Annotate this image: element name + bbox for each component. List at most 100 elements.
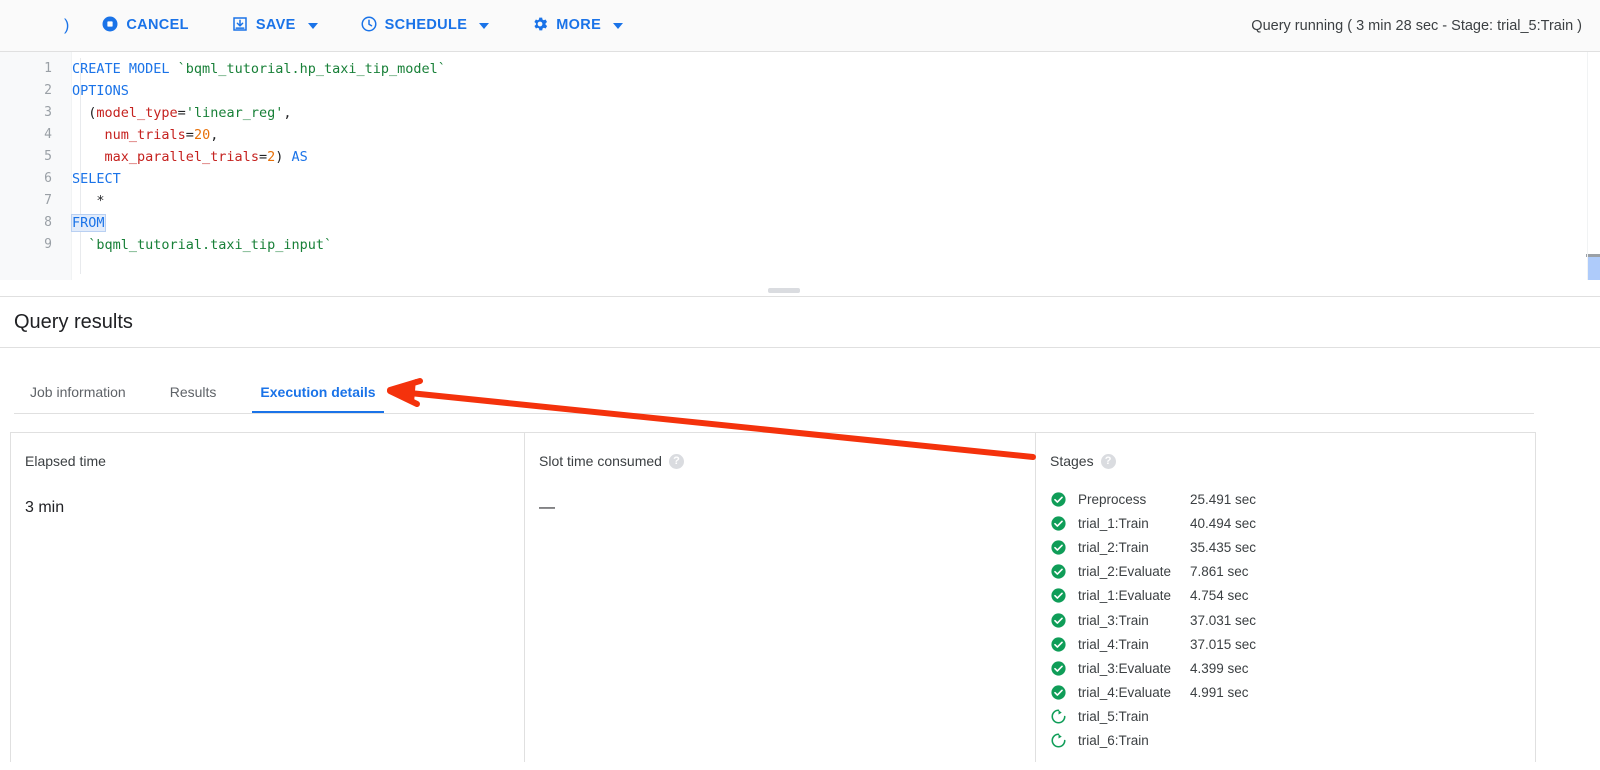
stage-name: trial_4:Evaluate bbox=[1078, 685, 1172, 701]
code-text: CREATE MODEL `bqml_tutorial.hp_taxi_tip_… bbox=[72, 61, 446, 77]
stages-label: Stages ? bbox=[1050, 453, 1535, 469]
tab-results[interactable]: Results bbox=[162, 384, 225, 414]
progress-icon bbox=[1050, 708, 1078, 725]
code-line: 9 `bqml_tutorial.taxi_tip_input` bbox=[0, 234, 1600, 256]
line-number: 3 bbox=[44, 105, 52, 120]
app-root: ) CANCEL SAVE SCHEDULE MORE Query runnin… bbox=[0, 0, 1600, 770]
chevron-down-icon[interactable] bbox=[479, 23, 490, 29]
cancel-button[interactable]: CANCEL bbox=[91, 9, 199, 43]
stage-row[interactable]: Preprocess 25.491 sec bbox=[1050, 487, 1535, 511]
line-number: 8 bbox=[44, 215, 52, 230]
save-icon bbox=[231, 15, 249, 37]
code-line: 8 FROM bbox=[0, 212, 1600, 234]
stage-name: trial_4:Train bbox=[1078, 636, 1149, 652]
schedule-button-label: SCHEDULE bbox=[384, 17, 468, 34]
stage-duration: 25.491 sec bbox=[1190, 491, 1257, 507]
save-button[interactable]: SAVE bbox=[221, 9, 328, 43]
code-text: SELECT bbox=[72, 171, 121, 187]
panel-resize-handle[interactable] bbox=[768, 288, 800, 293]
line-number: 1 bbox=[44, 61, 52, 76]
line-number: 5 bbox=[44, 149, 52, 164]
stage-row[interactable]: trial_5:Train bbox=[1050, 705, 1535, 729]
code-line: 7 * bbox=[0, 190, 1600, 212]
stage-row[interactable]: trial_4:Train 37.015 sec bbox=[1050, 632, 1535, 656]
code-text: num_trials=20, bbox=[104, 127, 219, 143]
check-circle-icon bbox=[1050, 684, 1078, 701]
code-line: 1 CREATE MODEL `bqml_tutorial.hp_taxi_ti… bbox=[0, 58, 1600, 80]
elapsed-time-label: Elapsed time bbox=[25, 453, 106, 469]
check-circle-icon bbox=[1050, 515, 1078, 532]
gear-icon bbox=[531, 15, 549, 37]
more-button[interactable]: MORE bbox=[521, 9, 633, 43]
chevron-down-icon[interactable] bbox=[307, 23, 318, 29]
save-button-label: SAVE bbox=[255, 17, 296, 34]
code-text: OPTIONS bbox=[72, 83, 129, 99]
help-icon[interactable]: ? bbox=[1100, 453, 1116, 469]
tab-execution-details[interactable]: Execution details bbox=[252, 384, 384, 414]
check-circle-icon bbox=[1050, 563, 1078, 580]
stage-name: trial_1:Train bbox=[1078, 515, 1149, 531]
stages-title: Stages bbox=[1050, 453, 1094, 469]
stage-name: trial_1:Evaluate bbox=[1078, 588, 1172, 604]
code-line: 3 (model_type='linear_reg', bbox=[0, 102, 1600, 124]
stage-name: trial_3:Train bbox=[1078, 612, 1149, 628]
chevron-down-icon[interactable] bbox=[613, 23, 624, 29]
tab-job-information[interactable]: Job information bbox=[22, 384, 134, 414]
stage-duration: 40.494 sec bbox=[1190, 515, 1257, 531]
code-text: `bqml_tutorial.taxi_tip_input` bbox=[72, 237, 333, 253]
check-circle-icon bbox=[1050, 660, 1078, 677]
stage-name: trial_2:Evaluate bbox=[1078, 564, 1172, 580]
stage-name: trial_6:Train bbox=[1078, 733, 1149, 749]
check-circle-icon bbox=[1050, 612, 1078, 629]
stage-row[interactable]: trial_4:Evaluate 4.991 sec bbox=[1050, 681, 1535, 705]
clock-icon bbox=[360, 15, 378, 37]
results-tabs: Job information Results Execution detail… bbox=[0, 348, 1600, 414]
stop-circle-icon bbox=[101, 15, 119, 37]
query-results-header: Query results bbox=[0, 296, 1600, 348]
code-line: 6 SELECT bbox=[0, 168, 1600, 190]
stage-name: Preprocess bbox=[1078, 491, 1147, 507]
help-icon[interactable]: ? bbox=[668, 453, 684, 469]
code-text: (model_type='linear_reg', bbox=[72, 105, 292, 121]
schedule-button[interactable]: SCHEDULE bbox=[350, 9, 500, 43]
stage-row[interactable]: trial_6:Train bbox=[1050, 729, 1535, 753]
stage-duration: 37.031 sec bbox=[1190, 612, 1257, 628]
code-text: FROM bbox=[71, 214, 106, 232]
editor-scrollbar-thumb[interactable] bbox=[1588, 257, 1600, 280]
stage-duration: 37.015 sec bbox=[1190, 636, 1257, 652]
stage-row[interactable]: trial_2:Evaluate 7.861 sec bbox=[1050, 560, 1535, 584]
query-toolbar: ) CANCEL SAVE SCHEDULE MORE Query runnin… bbox=[0, 0, 1600, 52]
sql-editor[interactable]: 1 CREATE MODEL `bqml_tutorial.hp_taxi_ti… bbox=[0, 52, 1600, 280]
stage-duration: 4.754 sec bbox=[1190, 588, 1249, 604]
slot-time-card: Slot time consumed ? — bbox=[524, 433, 1035, 762]
code-lines: 1 CREATE MODEL `bqml_tutorial.hp_taxi_ti… bbox=[0, 58, 1600, 256]
stage-row[interactable]: trial_1:Train 40.494 sec bbox=[1050, 511, 1535, 535]
stage-duration: 4.991 sec bbox=[1190, 685, 1249, 701]
cancel-button-label: CANCEL bbox=[126, 17, 189, 34]
slot-time-title: Slot time consumed bbox=[539, 453, 662, 469]
progress-icon bbox=[1050, 732, 1078, 749]
check-circle-icon bbox=[1050, 587, 1078, 604]
slot-time-label: Slot time consumed ? bbox=[539, 453, 1035, 469]
elapsed-time-value: 3 min bbox=[25, 499, 65, 516]
code-line: 4 num_trials=20, bbox=[0, 124, 1600, 146]
stage-row[interactable]: trial_2:Train 35.435 sec bbox=[1050, 535, 1535, 559]
more-button-label: MORE bbox=[556, 17, 602, 34]
stage-row[interactable]: trial_3:Train 37.031 sec bbox=[1050, 608, 1535, 632]
stage-name: trial_2:Train bbox=[1078, 539, 1149, 555]
slot-time-value: — bbox=[539, 499, 555, 516]
line-number: 6 bbox=[44, 171, 52, 186]
stage-row[interactable]: trial_3:Evaluate 4.399 sec bbox=[1050, 656, 1535, 680]
execution-details-panels: Elapsed time 3 min Slot time consumed ? … bbox=[10, 432, 1536, 762]
check-circle-icon bbox=[1050, 636, 1078, 653]
editor-right-divider bbox=[1587, 52, 1588, 280]
code-line: 2 OPTIONS bbox=[0, 80, 1600, 102]
code-line: 5 max_parallel_trials=2) AS bbox=[0, 146, 1600, 168]
line-number: 9 bbox=[44, 237, 52, 252]
query-status-text: Query running ( 3 min 28 sec - Stage: tr… bbox=[1251, 17, 1582, 34]
line-number: 2 bbox=[44, 83, 52, 98]
stage-name: trial_5:Train bbox=[1078, 709, 1149, 725]
stages-list: Preprocess 25.491 sec trial_1:Train 40.494 … bbox=[1050, 487, 1535, 753]
stage-duration: 4.399 sec bbox=[1190, 660, 1249, 676]
stage-row[interactable]: trial_1:Evaluate 4.754 sec bbox=[1050, 584, 1535, 608]
